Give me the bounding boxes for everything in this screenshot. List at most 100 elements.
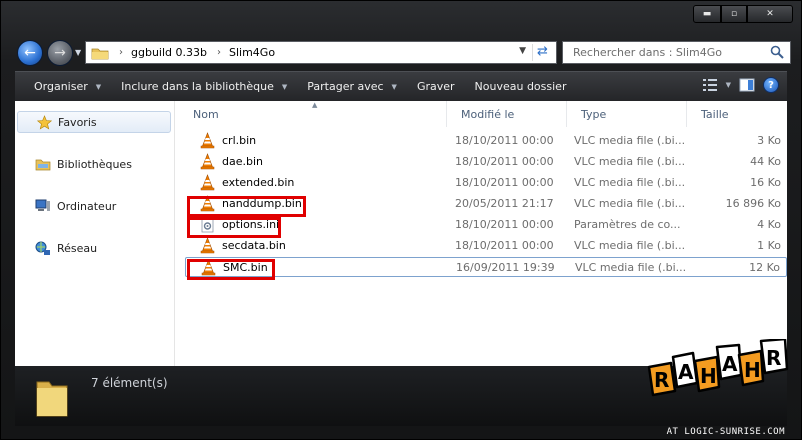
file-type: VLC media file (.bi... [574,176,686,189]
search-input[interactable]: Rechercher dans : Slim4Go [562,41,791,64]
folder-icon [36,381,68,417]
file-row[interactable]: secdata.bin 18/10/2011 00:00 VLC media fil… [185,236,787,256]
vlc-cone-icon [199,153,216,170]
maximize-button[interactable]: ▫ [721,5,747,23]
include-library-label: Inclure dans la bibliothèque [121,80,274,93]
svg-text:A: A [722,352,738,376]
include-library-menu[interactable]: Inclure dans la bibliothèque ▼ [111,72,297,101]
share-with-label: Partager avec [307,80,384,93]
file-modified: 18/10/2011 00:00 [455,155,554,168]
file-modified: 20/05/2011 21:17 [455,197,554,210]
file-row[interactable]: extended.bin 18/10/2011 00:00 VLC media fi… [185,173,787,193]
address-bar[interactable]: › ggbuild 0.33b › Slim4Go ▼ ⇄ [85,41,557,64]
forward-arrow-icon[interactable]: → [47,40,73,66]
column-header-type[interactable]: Type [567,101,687,127]
file-type: VLC media file (.bi... [575,261,687,274]
file-row[interactable]: SMC.bin 16/09/2011 19:39 VLC media file (.… [185,257,787,277]
computer-icon [35,198,51,214]
caption-buttons: ▬ ▫ ✕ [693,5,793,23]
column-header-name[interactable]: Nom [179,101,447,127]
file-type: VLC media file (.bi... [574,134,686,147]
view-options-icon[interactable] [702,78,718,92]
vlc-cone-icon [199,174,216,191]
svg-text:H: H [700,364,717,388]
file-modified: 18/10/2011 00:00 [455,176,554,189]
explorer-window: ▬ ▫ ✕ ← → ▼ › ggbuild 0.33b › Slim4Go ▼ … [0,0,802,440]
red-highlight-box [187,217,281,238]
file-row[interactable]: crl.bin 18/10/2011 00:00 VLC media file (.… [185,131,787,151]
file-modified: 16/09/2011 19:39 [456,261,555,274]
file-row[interactable]: dae.bin 18/10/2011 00:00 VLC media file (.… [185,152,787,172]
sidebar-item-favorites[interactable]: Favoris [17,111,171,133]
refresh-icon[interactable]: ⇄ [532,44,552,61]
vlc-cone-icon [199,237,216,254]
share-with-menu[interactable]: Partager avec ▼ [297,72,407,101]
item-count: 7 élément(s) [91,376,168,390]
sidebar-item-label: Réseau [57,241,98,255]
content-pane: Favoris Bibliothèques Ordinateur Réseau [15,101,787,366]
burn-button[interactable]: Graver [407,72,465,101]
navigation-pane: Favoris Bibliothèques Ordinateur Réseau [15,101,175,366]
organize-label: Organiser [34,80,88,93]
file-type: VLC media file (.bi... [574,197,686,210]
sidebar-item-network[interactable]: Réseau [17,237,171,259]
breadcrumb-item-slim4go[interactable]: Slim4Go [229,46,275,59]
svg-text:R: R [654,368,669,392]
command-bar: Organiser ▼ Inclure dans la bibliothèque ▼… [15,71,787,101]
file-modified: 18/10/2011 00:00 [455,218,554,231]
file-size: 16 Ko [750,176,781,189]
command-bar-right: ▼ ? [702,77,779,93]
sidebar-item-libraries[interactable]: Bibliothèques [17,153,171,175]
column-header-size[interactable]: Taille [687,101,777,127]
organize-menu[interactable]: Organiser ▼ [15,72,111,101]
column-header-modified[interactable]: Modifié le [447,101,567,127]
close-button[interactable]: ✕ [747,5,793,23]
minimize-button[interactable]: ▬ [693,5,721,23]
sidebar-item-label: Favoris [58,115,97,129]
red-highlight-box [187,259,275,280]
navigation-bar: ← → ▼ › ggbuild 0.33b › Slim4Go ▼ ⇄ Rech… [17,39,791,67]
file-name: secdata.bin [222,239,286,252]
new-folder-button[interactable]: Nouveau dossier [465,72,577,101]
file-size: 44 Ko [750,155,781,168]
star-icon [36,114,52,130]
file-type: Paramètres de co... [574,218,681,231]
svg-text:A: A [678,360,694,384]
sidebar-item-label: Bibliothèques [57,157,132,171]
file-modified: 18/10/2011 00:00 [455,134,554,147]
network-icon [35,240,51,256]
red-highlight-box [187,196,306,217]
sidebar-item-label: Ordinateur [57,199,117,213]
file-size: 3 Ko [757,134,781,147]
file-type: VLC media file (.bi... [574,239,686,252]
search-icon[interactable] [770,45,784,59]
chevron-down-icon: ▼ [391,82,397,91]
file-size: 12 Ko [749,261,780,274]
history-dropdown-icon[interactable]: ▼ [75,48,81,57]
file-size: 1 Ko [757,239,781,252]
help-icon[interactable]: ? [763,77,779,93]
file-name: extended.bin [222,176,295,189]
back-arrow-icon[interactable]: ← [17,40,43,66]
breadcrumb-item-ggbuild[interactable]: ggbuild 0.33b [131,46,207,59]
folder-icon [91,48,109,59]
preview-pane-icon[interactable] [739,78,755,92]
sidebar-item-computer[interactable]: Ordinateur [17,195,171,217]
vlc-cone-icon [199,132,216,149]
file-size: 16 896 Ko [725,197,781,210]
file-modified: 18/10/2011 00:00 [455,239,554,252]
svg-text:H: H [744,358,761,382]
svg-text:R: R [766,346,781,370]
file-size: 4 Ko [757,218,781,231]
address-dropdown-icon[interactable]: ▼ [519,46,526,56]
watermark-credit: AT LOGIC-SUNRISE.COM [666,427,785,437]
file-name: dae.bin [222,155,263,168]
view-dropdown-icon[interactable]: ▼ [726,81,731,89]
libraries-icon [35,156,51,172]
chevron-down-icon: ▼ [281,82,288,91]
breadcrumb-separator-icon: › [119,47,123,58]
file-name: crl.bin [222,134,257,147]
breadcrumb-separator-icon: › [217,47,221,58]
file-type: VLC media file (.bi... [574,155,686,168]
search-placeholder: Rechercher dans : Slim4Go [573,46,722,59]
